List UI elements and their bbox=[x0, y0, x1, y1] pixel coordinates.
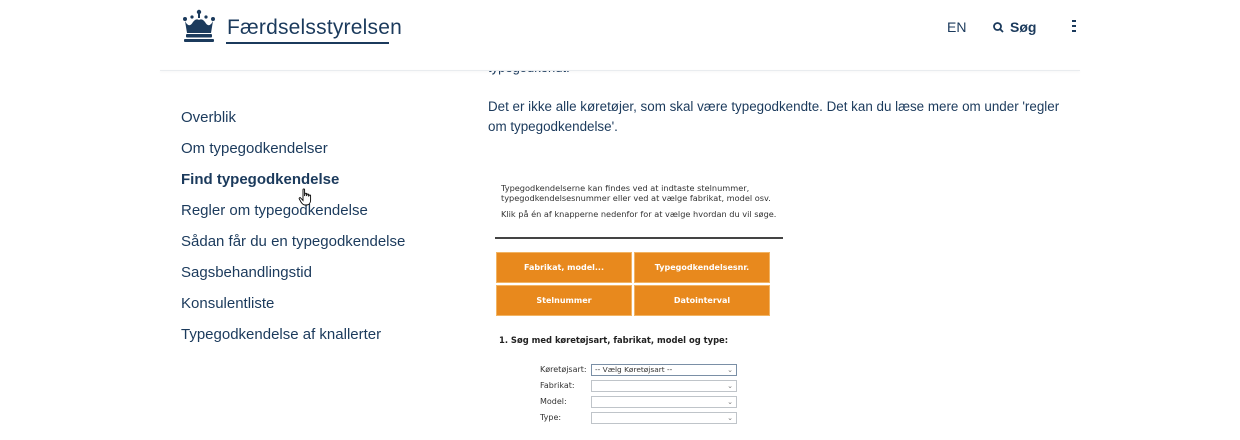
widget-instruction-1: Typegodkendelserne kan findes ved at ind… bbox=[501, 183, 771, 203]
sidebar-item-find-typegodkendelse[interactable]: Find typegodkendelse bbox=[181, 170, 405, 201]
search-label: Søg bbox=[1010, 19, 1037, 35]
sidebar-item-knallerter[interactable]: Typegodkendelse af knallerter bbox=[181, 325, 405, 356]
form-row-type: Type: ⌄ bbox=[540, 411, 737, 424]
hand-cursor-icon bbox=[298, 188, 312, 206]
form-row-fabrikat: Fabrikat: ⌄ bbox=[540, 379, 737, 392]
search-button[interactable]: Søg bbox=[993, 19, 1036, 35]
fabrikat-label: Fabrikat: bbox=[540, 381, 575, 390]
site-logo[interactable]: Færdselsstyrelsen bbox=[181, 6, 402, 46]
side-navigation: Overblik Om typegodkendelser Find typego… bbox=[181, 108, 405, 356]
sidebar-item-saadan-faar-du[interactable]: Sådan får du en typegodkendelse bbox=[181, 232, 405, 263]
widget-instructions: Typegodkendelserne kan findes ved at ind… bbox=[501, 183, 785, 219]
typegodkendelsesnr-button[interactable]: Typegodkendelsesnr. bbox=[634, 252, 770, 283]
logo-text: Færdselsstyrelsen bbox=[227, 16, 402, 39]
crown-icon bbox=[183, 9, 215, 42]
language-switch[interactable]: EN bbox=[947, 19, 966, 35]
sidebar-item-konsulentliste[interactable]: Konsulentliste bbox=[181, 294, 405, 325]
model-select[interactable]: ⌄ bbox=[591, 395, 737, 408]
type-select[interactable]: ⌄ bbox=[591, 411, 737, 424]
model-label: Model: bbox=[540, 397, 567, 406]
site-header: Færdselsstyrelsen EN Søg bbox=[0, 0, 1240, 72]
header-divider bbox=[160, 70, 1080, 71]
chevron-down-icon: ⌄ bbox=[727, 381, 733, 390]
sidebar-item-overblik[interactable]: Overblik bbox=[181, 108, 405, 139]
sidebar-item-om-typegodkendelser[interactable]: Om typegodkendelser bbox=[181, 139, 405, 170]
form-row-model: Model: ⌄ bbox=[540, 395, 737, 408]
form-row-koeretoejsart: Køretøjsart: -- Vælg Køretøjsart -- ⌄ bbox=[540, 363, 737, 376]
koeretoejsart-label: Køretøjsart: bbox=[540, 365, 587, 374]
search-widget: Typegodkendelserne kan findes ved at ind… bbox=[495, 183, 785, 424]
koeretoejsart-value: -- Vælg Køretøjsart -- bbox=[595, 364, 673, 374]
type-label: Type: bbox=[540, 413, 562, 422]
stelnummer-button[interactable]: Stelnummer bbox=[496, 285, 632, 316]
fabrikat-select[interactable]: ⌄ bbox=[591, 379, 737, 392]
intro-paragraph: Det er ikke alle køretøjer, som skal vær… bbox=[488, 99, 1060, 134]
menu-icon[interactable] bbox=[1072, 20, 1082, 34]
widget-instruction-2: Klik på én af knapperne nedenfor for at … bbox=[501, 209, 777, 219]
search-section-title: 1. Søg med køretøjsart, fabrikat, model … bbox=[499, 335, 729, 345]
fabrikat-model-button[interactable]: Fabrikat, model... bbox=[496, 252, 632, 283]
datointerval-button[interactable]: Datointerval bbox=[634, 285, 770, 316]
koeretoejsart-select[interactable]: -- Vælg Køretøjsart -- ⌄ bbox=[591, 363, 737, 376]
sidebar-item-sagsbehandlingstid[interactable]: Sagsbehandlingstid bbox=[181, 263, 405, 294]
chevron-down-icon: ⌄ bbox=[727, 397, 733, 406]
chevron-down-icon: ⌄ bbox=[727, 413, 733, 422]
widget-divider bbox=[495, 237, 783, 239]
search-icon bbox=[993, 21, 1004, 33]
sidebar-item-regler[interactable]: Regler om typegodkendelse bbox=[181, 201, 405, 232]
chevron-down-icon: ⌄ bbox=[727, 365, 733, 374]
logo-underline bbox=[226, 42, 389, 44]
